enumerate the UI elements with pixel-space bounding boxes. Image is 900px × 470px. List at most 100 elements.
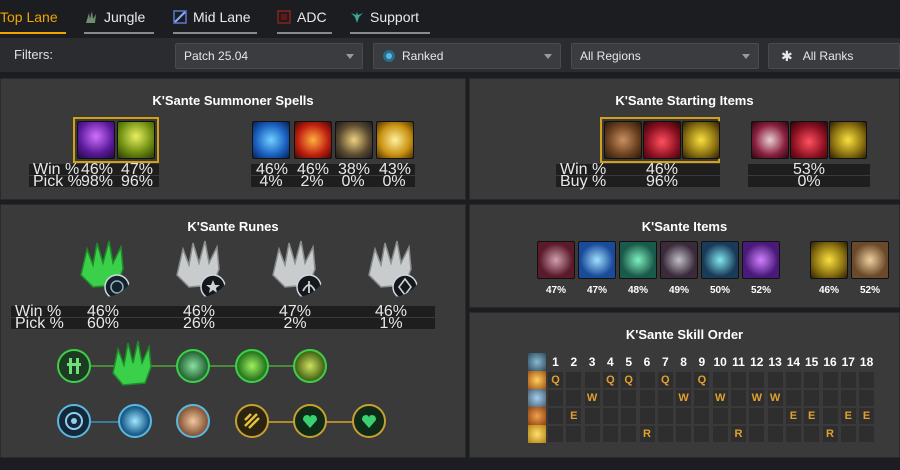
health-potion-icon[interactable] <box>643 121 681 159</box>
stat-value: 0% <box>797 173 821 190</box>
stat-value: 47% <box>586 285 607 296</box>
health-potion-icon[interactable] <box>790 121 828 159</box>
support-icon <box>351 12 363 23</box>
thornmail-icon[interactable] <box>701 241 739 279</box>
row-label: Pick % <box>15 315 64 332</box>
tab-underline <box>350 32 430 34</box>
force-of-nature-icon[interactable] <box>742 241 780 279</box>
skill-cell <box>656 389 674 407</box>
ignite-icon[interactable] <box>294 121 332 159</box>
items-title: K'Sante Items <box>641 219 728 234</box>
skill-cell <box>547 407 564 425</box>
skill-w-icon <box>528 389 546 407</box>
grasp-keystone-icon[interactable] <box>73 235 135 297</box>
row-label: Buy % <box>560 173 607 190</box>
jaksho-icon[interactable] <box>660 241 698 279</box>
skill-cell <box>601 389 619 407</box>
patch-value: Patch 25.04 <box>184 49 249 63</box>
stealth-ward-icon[interactable] <box>829 121 867 159</box>
queue-dropdown[interactable]: Ranked <box>373 43 561 69</box>
skill-cell: E <box>839 407 857 425</box>
heal-icon[interactable] <box>376 121 414 159</box>
iceborn-gauntlet-icon[interactable] <box>578 241 616 279</box>
skill-cell <box>638 407 656 425</box>
stat-value: 2% <box>283 315 307 332</box>
boots-icon[interactable] <box>537 241 575 279</box>
skill-cell: R <box>730 425 747 443</box>
skill-cell <box>821 407 839 425</box>
skill-level-header: 16 <box>823 355 837 369</box>
tab-mid-lane[interactable]: Mid Lane <box>173 0 257 34</box>
skill-level-header: 12 <box>750 355 764 369</box>
stealth-ward-icon[interactable] <box>810 241 848 279</box>
skill-level-header: 6 <box>643 355 651 369</box>
asterisk-icon: ✱ <box>781 47 793 64</box>
skill-key-e: E <box>844 410 852 422</box>
skill-cell <box>547 389 564 407</box>
skill-key-r: R <box>734 428 743 440</box>
stat-value: 26% <box>182 315 216 332</box>
skill-level-header: 15 <box>805 355 819 369</box>
teleport-icon[interactable] <box>335 121 373 159</box>
grasp-keystone-icon[interactable] <box>169 235 231 297</box>
stat-value: 47% <box>545 285 566 296</box>
dorans-shield-icon[interactable] <box>604 121 642 159</box>
skill-cell: W <box>748 389 766 407</box>
skill-cell <box>711 425 729 443</box>
tab-jungle[interactable]: Jungle <box>84 0 154 34</box>
tab-underline <box>0 32 66 34</box>
skill-cell <box>730 407 747 425</box>
oracle-lens-icon[interactable] <box>851 241 889 279</box>
stat-value: 0% <box>341 173 365 190</box>
patch-dropdown[interactable]: Patch 25.04 <box>175 43 363 69</box>
stat-value: 52% <box>859 285 880 296</box>
ranked-icon <box>383 50 395 62</box>
jungle-icon <box>86 11 96 23</box>
flash-icon[interactable] <box>77 121 115 159</box>
skill-level-header: 3 <box>588 355 596 369</box>
grasp-keystone-icon[interactable] <box>265 235 327 297</box>
skill-cell <box>748 371 766 389</box>
skill-cell <box>748 425 766 443</box>
tab-support[interactable]: Support <box>350 0 430 34</box>
skill-cell <box>784 425 802 443</box>
skill-cell <box>766 407 784 425</box>
health-shard-icon <box>352 404 386 438</box>
unending-despair-icon[interactable] <box>619 241 657 279</box>
stat-value: 96% <box>645 173 679 190</box>
skill-key-w: W <box>678 392 689 404</box>
region-dropdown[interactable]: All Regions <box>571 43 759 69</box>
stat-value: 46% <box>818 285 839 296</box>
skill-cell <box>565 389 583 407</box>
ghost-icon[interactable] <box>117 121 155 159</box>
skill-key-q: Q <box>697 374 707 386</box>
skill-cell <box>693 389 711 407</box>
stat-value: 52% <box>750 285 771 296</box>
stealth-ward-icon[interactable] <box>682 121 720 159</box>
spells-pick-row: Pick % 98% 96% <box>29 173 159 190</box>
grasp-keystone-icon[interactable] <box>361 235 423 297</box>
chevron-down-icon <box>346 54 354 59</box>
spells-alt-pick-row: 4% 2% 0% 0% <box>251 173 415 190</box>
skill-cell <box>620 407 638 425</box>
stat-value: 0% <box>382 173 406 190</box>
stat-value: 50% <box>709 285 730 296</box>
starting-items-title: K'Sante Starting Items <box>615 93 754 108</box>
rank-dropdown[interactable]: ✱ All Ranks <box>768 43 900 69</box>
tab-top-lane[interactable]: Top Lane <box>0 0 66 34</box>
skill-cell <box>839 425 857 443</box>
skill-level-header: 10 <box>713 355 727 369</box>
skill-cell: Q <box>693 371 711 389</box>
stat-value: 60% <box>86 315 120 332</box>
tab-mid-lane-label: Mid Lane <box>193 9 251 25</box>
tab-adc[interactable]: ADC <box>277 0 332 34</box>
magical-footwear-icon <box>118 404 152 438</box>
starting-items-panel: K'Sante Starting Items Win % 46% Buy % 9… <box>469 78 900 200</box>
skill-cell <box>858 389 876 407</box>
dorans-blade-icon[interactable] <box>751 121 789 159</box>
ghost-icon[interactable] <box>252 121 290 159</box>
skill-key-e: E <box>808 410 816 422</box>
skill-cell <box>638 371 656 389</box>
queue-value: Ranked <box>402 49 444 63</box>
stat-value: 98% <box>81 173 114 190</box>
